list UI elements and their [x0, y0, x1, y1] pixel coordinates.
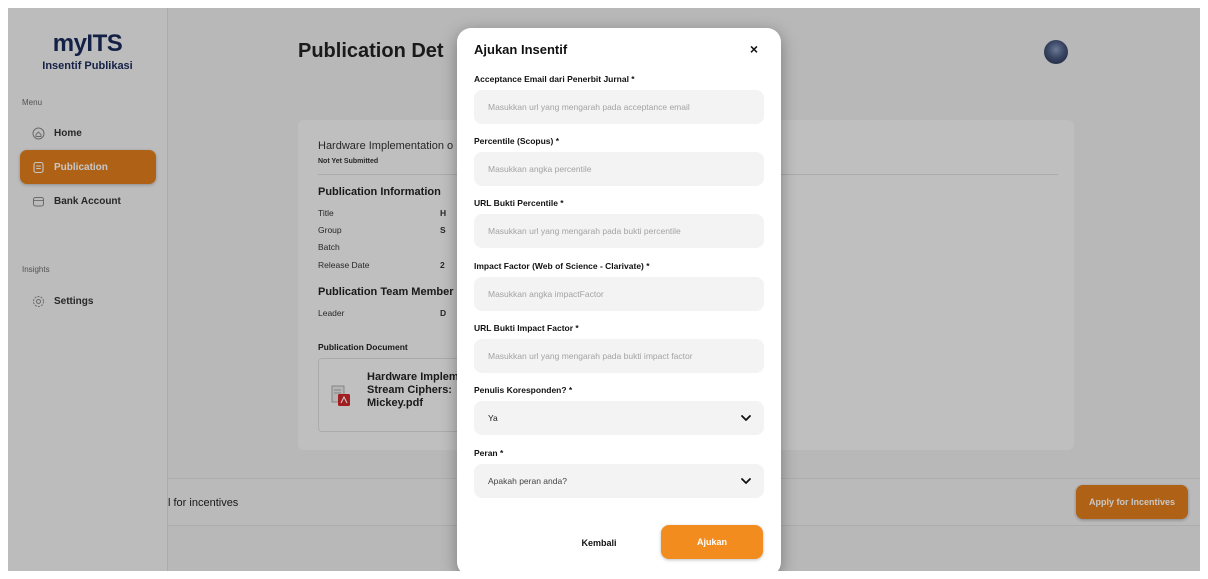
role-label: Peran *	[474, 448, 504, 458]
impact-factor-label: Impact Factor (Web of Science - Clarivat…	[474, 261, 650, 271]
acceptance-email-label: Acceptance Email dari Penerbit Jurnal *	[474, 74, 635, 84]
percentile-label: Percentile (Scopus) *	[474, 136, 560, 146]
correspondent-value: Ya	[488, 413, 498, 423]
incentive-modal: Ajukan Insentif × Acceptance Email dari …	[457, 28, 781, 571]
close-icon: ×	[749, 41, 759, 57]
correspondent-select[interactable]: Ya	[474, 401, 764, 435]
app-frame: myITS Insentif Publikasi Menu Home Publi…	[8, 8, 1200, 571]
impact-factor-input[interactable]	[474, 277, 764, 311]
correspondent-label: Penulis Koresponden? *	[474, 385, 573, 395]
chevron-down-icon	[740, 475, 752, 487]
percentile-input[interactable]	[474, 152, 764, 186]
role-select[interactable]: Apakah peran anda?	[474, 464, 764, 498]
percentile-url-label: URL Bukti Percentile *	[474, 198, 564, 208]
app: myITS Insentif Publikasi Menu Home Publi…	[0, 0, 1208, 579]
chevron-down-icon	[740, 412, 752, 424]
close-button[interactable]: ×	[745, 40, 763, 58]
impact-factor-url-label: URL Bukti Impact Factor *	[474, 323, 579, 333]
acceptance-email-input[interactable]	[474, 90, 764, 124]
modal-title: Ajukan Insentif	[474, 42, 568, 57]
percentile-url-input[interactable]	[474, 214, 764, 248]
back-button[interactable]: Kembali	[569, 530, 629, 556]
submit-button[interactable]: Ajukan	[661, 525, 763, 559]
role-value: Apakah peran anda?	[488, 476, 567, 486]
impact-factor-url-input[interactable]	[474, 339, 764, 373]
